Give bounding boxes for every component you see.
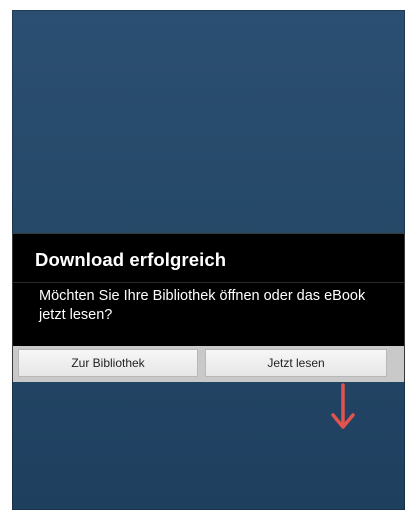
download-dialog: Download erfolgreich Möchten Sie Ihre Bi… bbox=[12, 233, 405, 382]
dialog-button-bar: Zur Bibliothek Jetzt lesen bbox=[13, 346, 404, 382]
library-button[interactable]: Zur Bibliothek bbox=[18, 349, 198, 377]
read-now-button[interactable]: Jetzt lesen bbox=[205, 349, 387, 377]
dialog-message: Möchten Sie Ihre Bibliothek öffnen oder … bbox=[39, 288, 366, 323]
arrow-down-icon bbox=[331, 383, 355, 429]
dialog-divider bbox=[13, 282, 404, 283]
dialog-title: Download erfolgreich bbox=[35, 249, 227, 270]
